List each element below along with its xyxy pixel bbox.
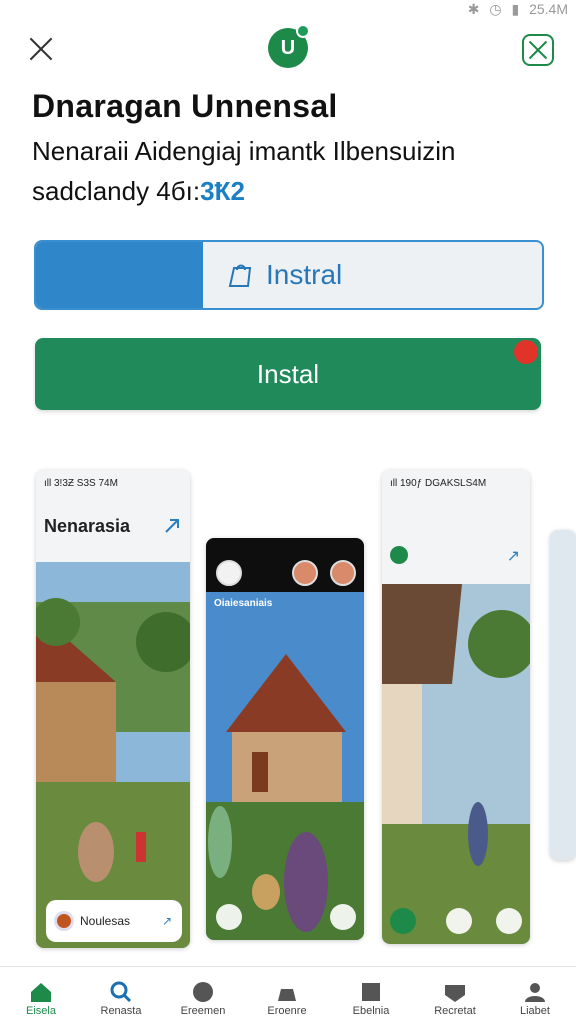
camera-icon[interactable] (446, 908, 472, 934)
nav-item-apps[interactable]: Eroenre (246, 967, 328, 1024)
app-meta: sadclandy 4бı:3Ҟ2 (32, 176, 245, 207)
book-icon (362, 983, 380, 1001)
avatar (330, 560, 356, 586)
check-icon (390, 546, 408, 564)
install-progress-fill (36, 242, 203, 308)
nav-label: Ereemen (180, 1005, 226, 1017)
village-photo (36, 562, 190, 948)
globe-icon (193, 982, 213, 1002)
install-button[interactable]: Instal (35, 338, 541, 410)
nav-label: Eisela (26, 1005, 56, 1017)
nav-item-home[interactable]: Eisela (0, 967, 82, 1024)
screenshot-3[interactable]: ıll 190ƒ DGAKSLS4M ↗ (382, 470, 530, 944)
screenshot-status: ıll 3!3Ƶ S3S 74M (44, 478, 118, 489)
app-meta-text: sadclandy 4бı: (32, 176, 201, 206)
screenshot-4-peek[interactable] (550, 530, 576, 860)
screenshot-card-text: Noulesas (80, 914, 131, 928)
install-progress-label: Instral (266, 259, 343, 290)
bag-icon (278, 989, 296, 1001)
app-meta-highlight: 3Ҟ2 (200, 176, 245, 206)
screenshot-title: Nenarasia (44, 516, 131, 536)
nav-label: Liabet (520, 1005, 550, 1017)
close-icon[interactable] (24, 32, 58, 66)
nav-item-offers[interactable]: Recretat (414, 967, 496, 1024)
bottom-nav: Eisela Renasta Ereemen Eroenre Ebelnia R… (0, 966, 576, 1024)
screenshot-2[interactable]: Oiaiesaniais (206, 538, 364, 940)
person-icon (525, 983, 545, 1002)
dismiss-icon[interactable] (522, 34, 554, 66)
screenshot-status: ıll 190ƒ DGAKSLS4M (390, 478, 487, 489)
screenshot-caption: Oiaiesaniais (214, 598, 273, 609)
nav-item-search[interactable]: Renasta (80, 967, 162, 1024)
notification-dot (296, 24, 310, 38)
share-icon[interactable] (330, 904, 356, 930)
arrow-icon (165, 519, 179, 533)
screenshot-carousel[interactable]: ıll 3!3Ƶ S3S 74M Nenarasia Noulesas ↗ Oi… (0, 466, 576, 950)
village-photo (382, 584, 530, 944)
status-bar: ✱ ◷ ▮ 25.4M (0, 0, 576, 18)
install-progress-bar[interactable]: Instral (34, 240, 544, 310)
leaf-icon[interactable] (390, 908, 416, 934)
nav-label: Recretat (434, 1005, 476, 1017)
avatar (292, 560, 318, 586)
house-photo (206, 592, 364, 940)
top-bar: U (0, 24, 576, 74)
arrow-icon: ↗ (506, 548, 520, 565)
signal-icon: ▮ (511, 1, 520, 17)
app-subtitle: Nenaraii Aidengiaj imantk Ilbensuizin (32, 136, 456, 166)
nav-label: Renasta (100, 1005, 142, 1017)
avatar (216, 560, 242, 586)
avatar (54, 911, 74, 931)
badge-dot (514, 340, 538, 364)
screenshot-1[interactable]: ıll 3!3Ƶ S3S 74M Nenarasia Noulesas ↗ (36, 470, 190, 948)
arrow-icon: ↗ (161, 914, 172, 928)
screenshot-card[interactable]: Noulesas ↗ (46, 900, 182, 942)
clock-icon[interactable] (216, 904, 242, 930)
nav-label: Eroenre (267, 1005, 307, 1017)
bag-icon (228, 264, 252, 287)
tag-icon (445, 985, 465, 1002)
nav-item-books[interactable]: Ebelnia (330, 967, 412, 1024)
nav-label: Ebelnia (352, 1005, 390, 1017)
bluetooth-icon: ✱ (467, 1, 480, 17)
home-icon (31, 983, 51, 1002)
nav-item-games[interactable]: Ereemen (162, 967, 244, 1024)
settings-icon[interactable] (496, 908, 522, 934)
search-icon (110, 981, 132, 1003)
status-time: 25.4M (529, 1, 568, 17)
alarm-icon: ◷ (489, 1, 502, 17)
app-title: Dnaragan Unnensal (32, 88, 338, 124)
nav-item-account[interactable]: Liabet (494, 967, 576, 1024)
